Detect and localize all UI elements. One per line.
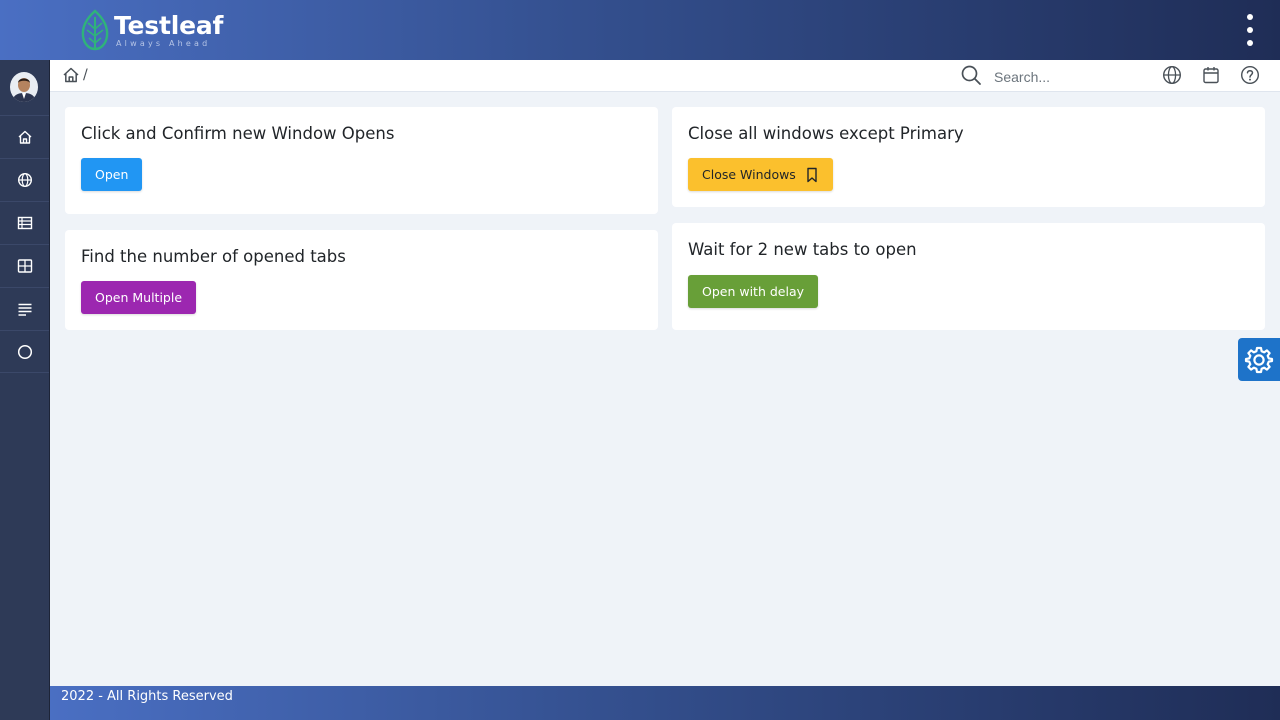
help-icon[interactable] [1240,65,1260,85]
close-windows-label: Close Windows [702,167,796,182]
sub-header: / [50,60,1280,92]
bookmark-icon [807,167,817,182]
circle-icon [17,344,32,359]
sidebar-item-browser[interactable] [0,158,49,201]
sidebar-item-circle[interactable] [0,330,49,373]
sidebar-item-text[interactable] [0,287,49,330]
open-with-delay-button[interactable]: Open with delay [688,275,819,308]
open-multiple-button[interactable]: Open Multiple [81,281,197,314]
kebab-menu-icon[interactable] [1238,12,1262,48]
search-input[interactable] [990,65,1140,89]
open-button[interactable]: Open [81,158,143,191]
sidebar-item-home[interactable] [0,115,49,158]
brand-name: Testleaf [114,10,224,40]
leaf-logo-icon [81,9,109,51]
globe-icon [17,172,32,188]
home-icon [18,130,31,144]
brand-tagline: Always Ahead [116,38,211,48]
calendar-icon[interactable] [1201,65,1221,85]
search-icon[interactable] [960,64,982,86]
breadcrumb: / [62,66,88,84]
lines-icon [18,303,31,316]
card-wait-tabs: Wait for 2 new tabs to open Open with de… [672,223,1265,330]
gear-icon [1244,346,1274,373]
card-title: Find the number of opened tabs [81,247,346,266]
avatar[interactable] [10,72,38,102]
card-title: Close all windows except Primary [688,124,964,143]
sidebar-item-grid[interactable] [0,244,49,287]
card-title: Wait for 2 new tabs to open [688,240,917,259]
layout-config-button[interactable] [1238,338,1280,381]
breadcrumb-separator: / [83,67,88,83]
card-window-open: Click and Confirm new Window Opens Open [65,107,658,214]
top-bar: Testleaf Always Ahead [0,0,1280,60]
home-icon[interactable] [62,66,80,84]
card-tab-count: Find the number of opened tabs Open Mult… [65,230,658,330]
sidebar [0,60,50,720]
footer: 2022 - All Rights Reserved [50,686,1280,720]
grid-icon [17,259,32,273]
footer-copyright: 2022 - All Rights Reserved [61,689,233,704]
brand-logo[interactable]: Testleaf Always Ahead [80,8,223,52]
list-icon [17,216,32,230]
card-title: Click and Confirm new Window Opens [81,124,395,143]
globe-icon[interactable] [1162,65,1182,85]
close-windows-button[interactable]: Close Windows [688,158,833,191]
sidebar-item-list[interactable] [0,201,49,244]
card-close-windows: Close all windows except Primary Close W… [672,107,1265,207]
